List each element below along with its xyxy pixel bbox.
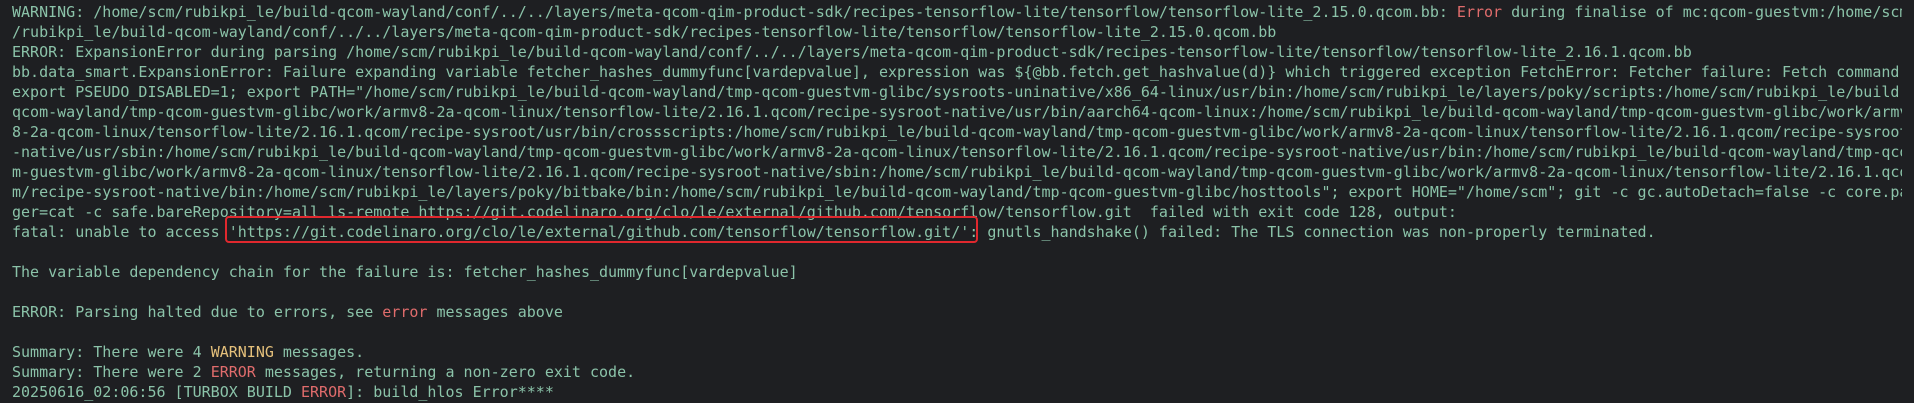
line-text: Summary: There were 2: [12, 363, 211, 381]
line-text: messages, returning a non-zero exit code…: [255, 363, 636, 381]
terminal-line: ERROR: Parsing halted due to errors, see…: [12, 302, 1902, 322]
terminal-output[interactable]: WARNING: /home/scm/rubikpi_le/build-qcom…: [0, 0, 1914, 403]
terminal-line: m-guestvm-glibc/work/armv8-2a-qcom-linux…: [12, 163, 1902, 181]
error-keyword: ERROR: [210, 363, 256, 381]
terminal-line: The variable dependency chain for the fa…: [12, 263, 798, 281]
terminal-line: m/recipe-sysroot-native/bin:/home/scm/ru…: [12, 183, 1902, 201]
terminal-line: 8-2a-qcom-linux/tensorflow-lite/2.16.1.q…: [12, 123, 1902, 141]
terminal-line: Summary: There were 2 ERROR messages, re…: [12, 362, 1902, 382]
line-text: 20250616_02:06:56 [TURBOX BUILD: [12, 383, 301, 401]
terminal-line: Summary: There were 4 WARNING messages.: [12, 342, 1902, 362]
warning-keyword: WARNING: [210, 343, 274, 361]
error-keyword: error: [382, 303, 428, 321]
terminal-line: qcom-wayland/tmp-qcom-guestvm-glibc/work…: [12, 103, 1902, 121]
url-highlight-box: [225, 216, 978, 243]
terminal-line: WARNING: /home/scm/rubikpi_le/build-qcom…: [12, 2, 1902, 22]
error-keyword: ERROR: [300, 383, 347, 401]
line-text: during finalise of mc:qcom-guestvm:/home…: [1502, 3, 1902, 21]
terminal-line: ERROR: ExpansionError during parsing /ho…: [12, 43, 1692, 61]
terminal-line: 20250616_02:06:56 [TURBOX BUILD ERROR]: …: [12, 382, 1902, 402]
line-text: messages above: [427, 303, 563, 321]
line-text: Summary: There were 4: [12, 343, 211, 361]
terminal-line: -native/usr/sbin:/home/scm/rubikpi_le/bu…: [12, 143, 1902, 161]
line-text: ]: build_hlos Error****: [346, 383, 554, 401]
line-text: WARNING: /home/scm/rubikpi_le/build-qcom…: [12, 3, 1457, 21]
line-text: ERROR: Parsing halted due to errors, see: [12, 303, 383, 321]
terminal-line: /rubikpi_le/build-qcom-wayland/conf/../.…: [12, 23, 1277, 41]
line-text: messages.: [273, 343, 365, 361]
error-keyword: Error: [1456, 3, 1503, 21]
terminal-line: bb.data_smart.ExpansionError: Failure ex…: [12, 63, 1900, 81]
terminal-line: export PSEUDO_DISABLED=1; export PATH="/…: [12, 83, 1902, 101]
